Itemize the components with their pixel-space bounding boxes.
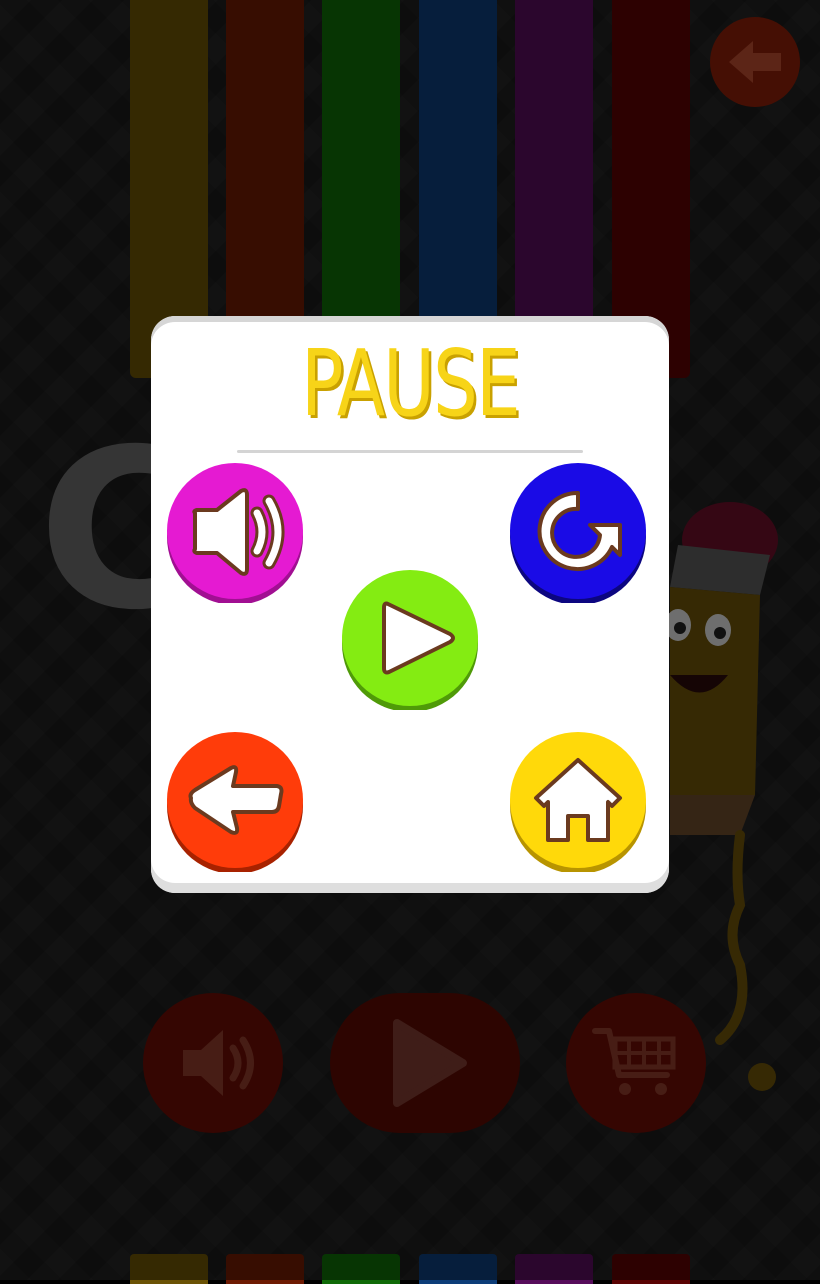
title-divider — [237, 450, 583, 453]
sound-button[interactable] — [165, 463, 305, 603]
resume-button-face — [342, 570, 478, 710]
home-button[interactable] — [508, 732, 648, 872]
sound-button-face — [167, 463, 303, 603]
pause-title: PAUSE — [301, 330, 520, 437]
home-button-face — [510, 732, 646, 872]
back-button[interactable] — [165, 732, 305, 872]
back-button-face — [167, 732, 303, 872]
pause-dialog: PAUSE — [151, 316, 669, 893]
resume-button[interactable] — [340, 570, 480, 710]
restart-button-face — [510, 463, 646, 603]
restart-button[interactable] — [508, 463, 648, 603]
